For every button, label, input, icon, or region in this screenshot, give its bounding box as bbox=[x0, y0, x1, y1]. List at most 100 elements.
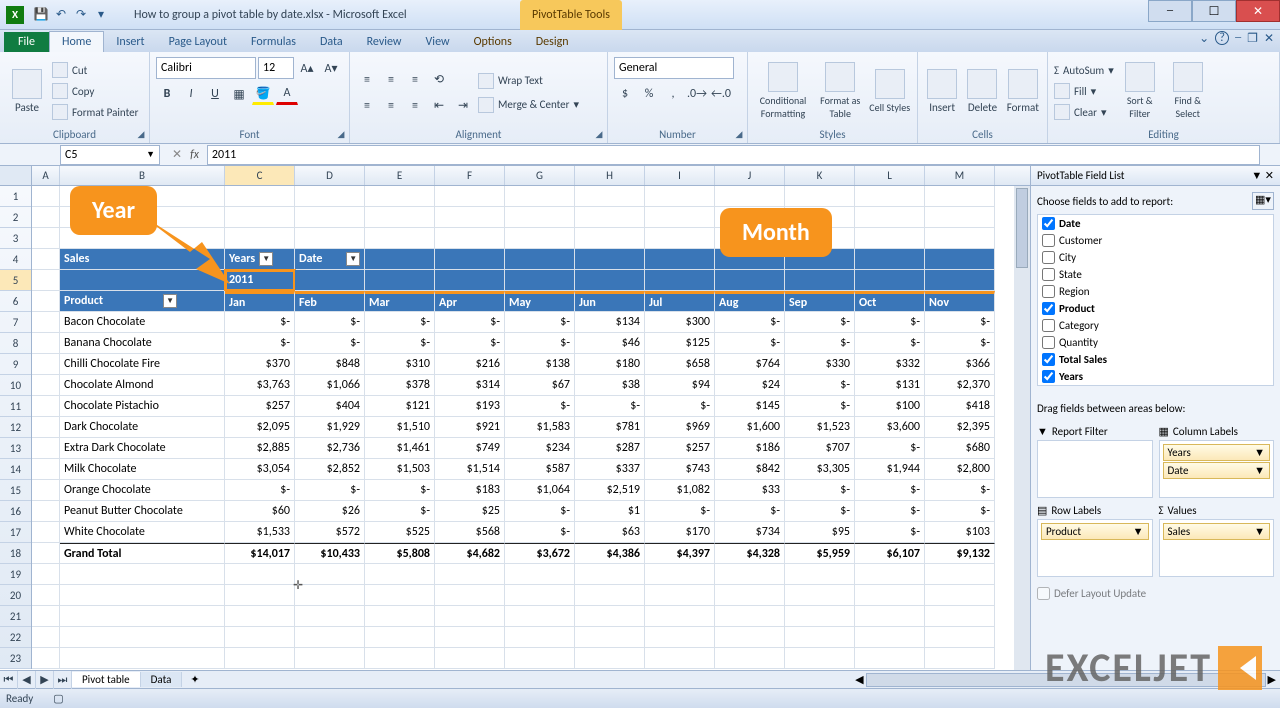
cell[interactable] bbox=[225, 186, 295, 207]
vertical-scrollbar[interactable] bbox=[1014, 186, 1030, 670]
cell[interactable] bbox=[32, 186, 60, 207]
decrease-indent-icon[interactable]: ⇤ bbox=[428, 95, 450, 117]
report-filter-area[interactable] bbox=[1037, 440, 1153, 498]
cell[interactable] bbox=[855, 627, 925, 648]
cell[interactable]: $- bbox=[225, 312, 295, 333]
cell[interactable] bbox=[785, 627, 855, 648]
cell[interactable] bbox=[715, 270, 785, 291]
cell[interactable] bbox=[295, 186, 365, 207]
cell[interactable]: $2,885 bbox=[225, 438, 295, 459]
field-list-close-icon[interactable]: ✕ bbox=[1265, 169, 1274, 182]
cell[interactable] bbox=[32, 417, 60, 438]
paste-button[interactable]: Paste bbox=[6, 54, 48, 128]
cell[interactable] bbox=[785, 585, 855, 606]
cell[interactable]: $- bbox=[715, 333, 785, 354]
cell[interactable]: $366 bbox=[925, 354, 995, 375]
cell[interactable]: $14,017 bbox=[225, 543, 295, 564]
cell[interactable]: Chocolate Pistachio bbox=[60, 396, 225, 417]
cell[interactable]: $145 bbox=[715, 396, 785, 417]
sheet-nav-first-icon[interactable]: ⏮ bbox=[0, 671, 18, 689]
cell[interactable]: $60 bbox=[225, 501, 295, 522]
cell[interactable]: $95 bbox=[785, 522, 855, 543]
cell[interactable] bbox=[365, 270, 435, 291]
select-all-button[interactable] bbox=[0, 166, 32, 186]
number-format-select[interactable] bbox=[614, 57, 734, 79]
cell[interactable] bbox=[715, 186, 785, 207]
cell[interactable] bbox=[60, 627, 225, 648]
insert-button[interactable]: Insert bbox=[924, 54, 960, 128]
sheet-tab-pivot-table[interactable]: Pivot table bbox=[72, 672, 141, 687]
align-right-icon[interactable]: ≡ bbox=[404, 95, 426, 117]
cell[interactable] bbox=[32, 249, 60, 270]
cell[interactable]: $- bbox=[855, 333, 925, 354]
cell[interactable]: Dark Chocolate bbox=[60, 417, 225, 438]
cell[interactable] bbox=[60, 648, 225, 669]
cell[interactable] bbox=[715, 564, 785, 585]
increase-font-icon[interactable]: A▴ bbox=[296, 57, 318, 79]
cell[interactable] bbox=[575, 228, 645, 249]
cell[interactable]: $2,736 bbox=[295, 438, 365, 459]
merge-center-button[interactable]: Merge & Center ▾ bbox=[478, 95, 579, 115]
field-checkbox[interactable] bbox=[1042, 234, 1055, 247]
col-header-F[interactable]: F bbox=[435, 166, 505, 185]
cell[interactable] bbox=[855, 648, 925, 669]
cut-button[interactable]: Cut bbox=[52, 60, 138, 80]
cell[interactable]: $- bbox=[295, 480, 365, 501]
cell[interactable] bbox=[575, 207, 645, 228]
cell[interactable] bbox=[32, 333, 60, 354]
cell[interactable]: $6,107 bbox=[855, 543, 925, 564]
field-total-sales[interactable]: Total Sales bbox=[1038, 351, 1273, 368]
cell[interactable] bbox=[855, 249, 925, 270]
cell[interactable] bbox=[32, 354, 60, 375]
cell[interactable]: $234 bbox=[505, 438, 575, 459]
cell[interactable]: $404 bbox=[295, 396, 365, 417]
cell[interactable]: $378 bbox=[365, 375, 435, 396]
cell[interactable] bbox=[925, 228, 995, 249]
tab-view[interactable]: View bbox=[414, 32, 462, 52]
cell[interactable]: $257 bbox=[645, 438, 715, 459]
format-painter-button[interactable]: Format Painter bbox=[52, 102, 138, 122]
cell[interactable]: $33 bbox=[715, 480, 785, 501]
cell[interactable] bbox=[645, 606, 715, 627]
qat-customize-icon[interactable]: ▾ bbox=[92, 6, 110, 24]
workbook-minimize-icon[interactable]: ─ bbox=[1235, 31, 1241, 46]
cell[interactable] bbox=[575, 186, 645, 207]
cell[interactable]: $10,433 bbox=[295, 543, 365, 564]
row-header-23[interactable]: 23 bbox=[0, 648, 31, 669]
cell[interactable]: $- bbox=[785, 396, 855, 417]
cell[interactable]: $1,510 bbox=[365, 417, 435, 438]
cell[interactable] bbox=[32, 207, 60, 228]
cell[interactable] bbox=[435, 606, 505, 627]
tab-review[interactable]: Review bbox=[355, 32, 414, 52]
cell[interactable]: $- bbox=[855, 522, 925, 543]
workbook-restore-icon[interactable]: ❐ bbox=[1247, 31, 1258, 46]
cell[interactable] bbox=[925, 186, 995, 207]
cell-styles-button[interactable]: Cell Styles bbox=[868, 54, 911, 128]
area-chip-date[interactable]: Date▼ bbox=[1163, 462, 1271, 479]
field-checkbox[interactable] bbox=[1042, 268, 1055, 281]
cell[interactable] bbox=[435, 564, 505, 585]
cell[interactable] bbox=[505, 585, 575, 606]
cell[interactable] bbox=[715, 627, 785, 648]
cell[interactable]: $- bbox=[715, 312, 785, 333]
maximize-button[interactable]: ☐ bbox=[1192, 0, 1236, 22]
field-region[interactable]: Region bbox=[1038, 283, 1273, 300]
cell[interactable] bbox=[645, 648, 715, 669]
tab-home[interactable]: Home bbox=[49, 31, 104, 52]
cell[interactable] bbox=[295, 228, 365, 249]
cell[interactable] bbox=[575, 648, 645, 669]
field-checkbox[interactable] bbox=[1042, 217, 1055, 230]
cell[interactable]: $46 bbox=[575, 333, 645, 354]
border-button[interactable]: ▦ bbox=[228, 83, 250, 105]
cell[interactable]: Jun bbox=[575, 291, 645, 312]
delete-button[interactable]: Delete bbox=[964, 54, 1000, 128]
cell[interactable] bbox=[295, 207, 365, 228]
cell[interactable] bbox=[575, 249, 645, 270]
row-header-21[interactable]: 21 bbox=[0, 606, 31, 627]
number-launcher-icon[interactable]: ◢ bbox=[733, 129, 745, 141]
cell[interactable]: Jul bbox=[645, 291, 715, 312]
cell[interactable]: $- bbox=[855, 480, 925, 501]
cell[interactable] bbox=[925, 564, 995, 585]
cell[interactable]: $26 bbox=[295, 501, 365, 522]
cell[interactable]: $680 bbox=[925, 438, 995, 459]
